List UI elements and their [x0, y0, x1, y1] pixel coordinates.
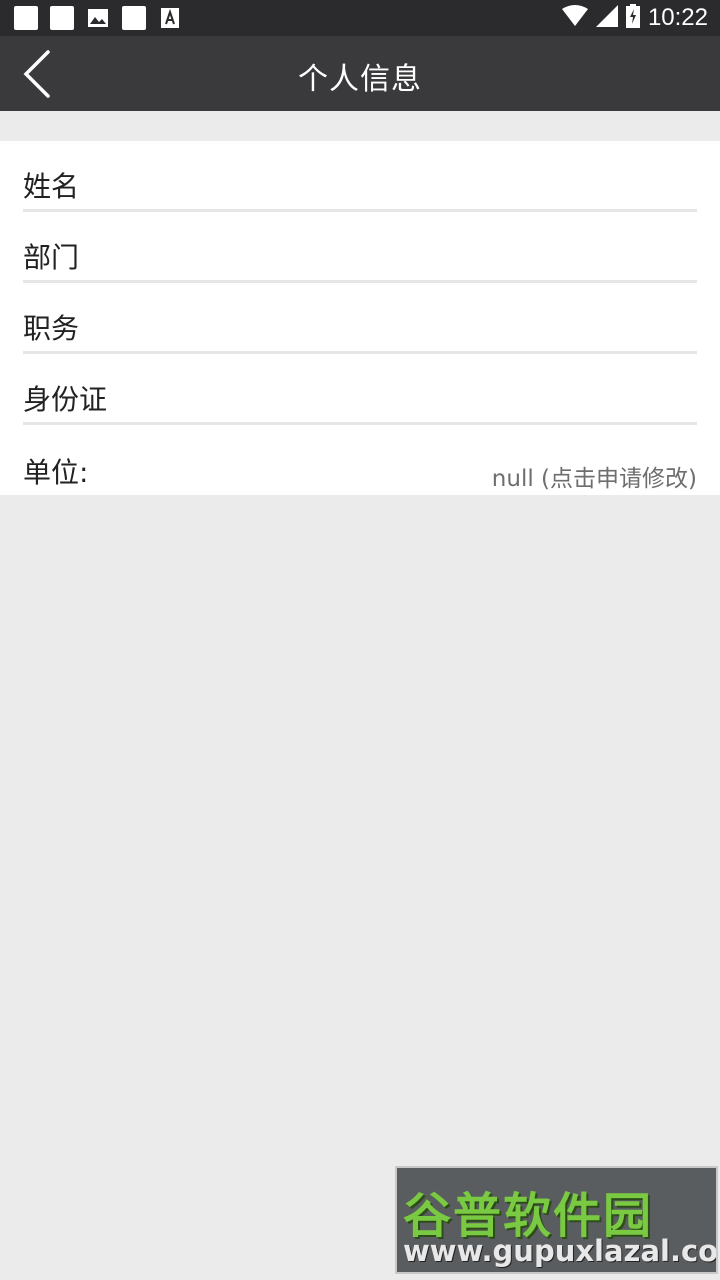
- notification-square-icon: [14, 6, 38, 30]
- field-name[interactable]: 姓名: [23, 141, 697, 212]
- unit-value-apply-edit[interactable]: null (点击申请修改): [492, 459, 697, 493]
- app-bar: 个人信息: [0, 36, 720, 111]
- field-label: 职务: [23, 312, 80, 345]
- image-icon: [86, 6, 110, 30]
- clock: 10:22: [647, 4, 708, 31]
- page-title: 个人信息: [298, 62, 422, 97]
- notification-icons: [14, 6, 182, 30]
- watermark-url: www.gupuxlazal.com: [403, 1234, 718, 1268]
- wifi-icon: [561, 5, 588, 31]
- status-bar: 10:22: [0, 0, 720, 36]
- watermark-logo: 谷普软件园 www.gupuxlazal.com: [395, 1166, 718, 1274]
- status-right: 10:22: [561, 4, 708, 32]
- field-id-card[interactable]: 身份证: [23, 354, 697, 425]
- field-label: 身份证: [23, 383, 108, 416]
- text-a-icon: [158, 6, 182, 30]
- field-department[interactable]: 部门: [23, 212, 697, 283]
- field-label: 姓名: [23, 170, 80, 203]
- field-unit[interactable]: 单位: null (点击申请修改): [23, 425, 697, 495]
- battery-charging-icon: [625, 4, 640, 32]
- field-position[interactable]: 职务: [23, 283, 697, 354]
- field-label: 单位:: [23, 456, 89, 489]
- signal-icon: [595, 5, 618, 31]
- field-label: 部门: [23, 241, 80, 274]
- notification-square-icon: [50, 6, 74, 30]
- notification-square-icon: [122, 6, 146, 30]
- profile-card: 姓名 部门 职务 身份证 单位: null (点击申请修改): [0, 141, 720, 495]
